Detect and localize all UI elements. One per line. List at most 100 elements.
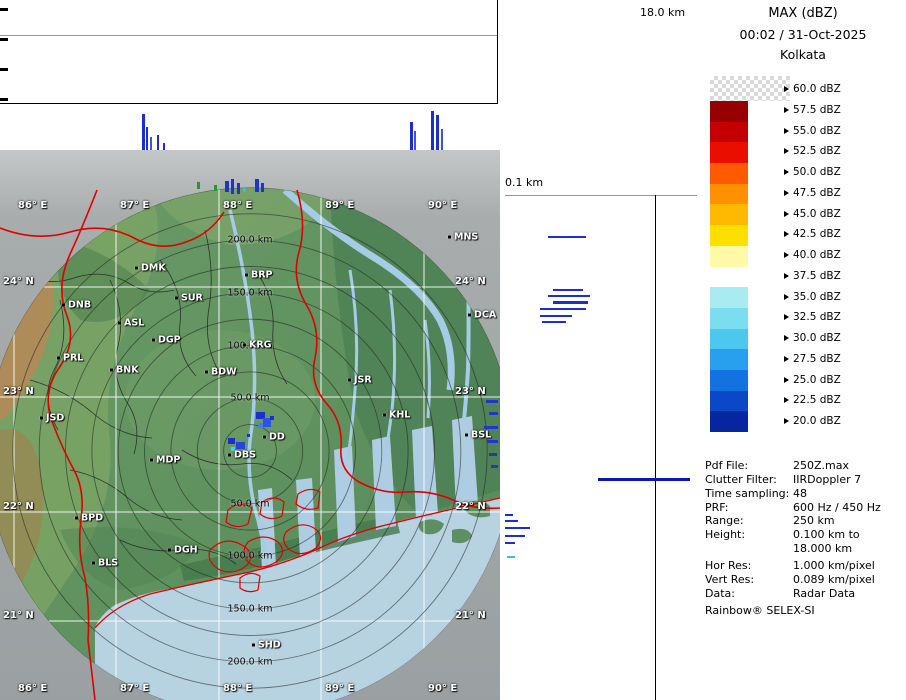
scale-tick-triangle	[784, 335, 789, 341]
scale-label: 20.0 dBZ	[793, 415, 841, 427]
echo-bar	[540, 308, 586, 310]
scale-label: 30.0 dBZ	[793, 332, 841, 344]
echo-bar	[163, 143, 165, 150]
scale-label: 45.0 dBZ	[793, 208, 841, 220]
scale-swatch	[710, 142, 748, 163]
map-art	[0, 150, 500, 700]
scale-label-row: 35.0 dBZ	[784, 291, 841, 303]
scale-label: 27.5 dBZ	[793, 353, 841, 365]
scale-label-row: 50.0 dBZ	[784, 166, 841, 178]
legend-panel: MAX (dBZ) 00:02 / 31-Oct-2025 Kolkata 60…	[700, 0, 906, 700]
scale-label: 25.0 dBZ	[793, 374, 841, 386]
metadata-row: Pdf File: 250Z.max	[705, 459, 903, 472]
scale-label-row: 37.5 dBZ	[784, 270, 841, 282]
metadata-key: Data:	[705, 587, 735, 600]
height-min-label: 0.1 km	[505, 176, 543, 189]
scale-label: 50.0 dBZ	[793, 166, 841, 178]
scale-label-row: 27.5 dBZ	[784, 353, 841, 365]
axis-tick-mark	[0, 38, 8, 41]
scale-label-row: 57.5 dBZ	[784, 104, 841, 116]
echo-bar	[157, 135, 159, 150]
scale-label: 32.5 dBZ	[793, 311, 841, 323]
echo-bar	[548, 295, 590, 297]
top-panel-axis-line	[497, 0, 498, 104]
echo-bar	[505, 527, 530, 529]
top-panel-gridline	[0, 35, 497, 36]
axis-tick-mark	[0, 68, 8, 71]
scale-tick-triangle	[784, 148, 789, 154]
metadata-row: PRF: 600 Hz / 450 Hz	[705, 501, 903, 514]
top-cross-section-panel	[0, 0, 500, 150]
metadata-key: Range:	[705, 514, 744, 527]
echo-bar	[505, 514, 513, 516]
scale-swatch	[710, 225, 748, 246]
echo-bar	[553, 301, 588, 304]
scale-swatch	[710, 101, 748, 122]
scale-label-row: 52.5 dBZ	[784, 145, 841, 157]
scale-swatch	[710, 391, 748, 412]
echo-bar	[548, 236, 586, 238]
scale-label-row: 55.0 dBZ	[784, 125, 841, 137]
metadata-value: 1.000 km/pixel	[793, 559, 875, 572]
radar-site: Kolkata	[700, 47, 906, 62]
echo-bar	[441, 129, 443, 150]
metadata-value: 0.089 km/pixel	[793, 573, 875, 586]
echo-bar	[505, 520, 518, 522]
scale-swatch	[710, 246, 748, 267]
scale-label: 40.0 dBZ	[793, 249, 841, 261]
scale-swatch	[710, 184, 748, 205]
product-datetime: 00:02 / 31-Oct-2025	[700, 27, 906, 42]
metadata-key: Height:	[705, 528, 745, 541]
scale-label: 55.0 dBZ	[793, 125, 841, 137]
echo-bar	[507, 556, 515, 558]
scale-label-row: 45.0 dBZ	[784, 208, 841, 220]
product-title: MAX (dBZ)	[700, 6, 906, 21]
scale-swatch	[710, 287, 748, 308]
echo-bar	[142, 114, 145, 150]
scale-tick-triangle	[784, 231, 789, 237]
metadata-value: 0.100 km to	[793, 528, 860, 541]
scale-label: 57.5 dBZ	[793, 104, 841, 116]
scale-label: 60.0 dBZ	[793, 83, 841, 95]
echo-bar	[542, 321, 566, 323]
scale-label-row: 60.0 dBZ	[784, 83, 841, 95]
scale-transparent-swatch	[710, 76, 790, 101]
scale-label: 22.5 dBZ	[793, 394, 841, 406]
metadata-key: Clutter Filter:	[705, 473, 777, 486]
metadata-value: 600 Hz / 450 Hz	[793, 501, 881, 514]
scale-swatch	[710, 267, 748, 288]
scale-tick-triangle	[784, 418, 789, 424]
software-brand: Rainbow® SELEX-SI	[705, 604, 903, 617]
scale-label-row: 42.5 dBZ	[784, 228, 841, 240]
scale-label-row: 40.0 dBZ	[784, 249, 841, 261]
metadata-row: Time sampling: 48	[705, 487, 903, 500]
metadata-value: IIRDoppler 7	[793, 473, 861, 486]
metadata-key: Vert Res:	[705, 573, 754, 586]
metadata-key: Pdf File:	[705, 459, 748, 472]
metadata-key: Time sampling:	[705, 487, 789, 500]
echo-bar	[414, 131, 416, 150]
scale-swatch	[710, 308, 748, 329]
metadata-row: Vert Res: 0.089 km/pixel	[705, 573, 903, 586]
echo-bar	[505, 542, 515, 544]
scale-swatch	[710, 204, 748, 225]
metadata-value: 48	[793, 487, 807, 500]
scale-label: 42.5 dBZ	[793, 228, 841, 240]
echo-bar	[553, 289, 583, 291]
right-cross-section-panel	[505, 195, 697, 700]
scale-tick-triangle	[784, 190, 789, 196]
echo-bar	[598, 478, 690, 481]
scale-tick-triangle	[784, 252, 789, 258]
scale-tick-triangle	[784, 86, 789, 92]
map-viewport[interactable]: 86° E86° E87° E87° E88° E88° E89° E89° E…	[0, 150, 500, 700]
metadata-key: PRF:	[705, 501, 728, 514]
scale-tick-triangle	[784, 211, 789, 217]
height-max-label: 18.0 km	[640, 6, 685, 19]
scale-tick-triangle	[784, 169, 789, 175]
scale-swatch	[710, 411, 748, 432]
scale-swatch	[710, 370, 748, 391]
scale-label-row: 32.5 dBZ	[784, 311, 841, 323]
axis-tick-mark	[0, 98, 8, 101]
metadata-row: Hor Res:1.000 km/pixel	[705, 559, 903, 572]
metadata-value: 250Z.max	[793, 459, 849, 472]
